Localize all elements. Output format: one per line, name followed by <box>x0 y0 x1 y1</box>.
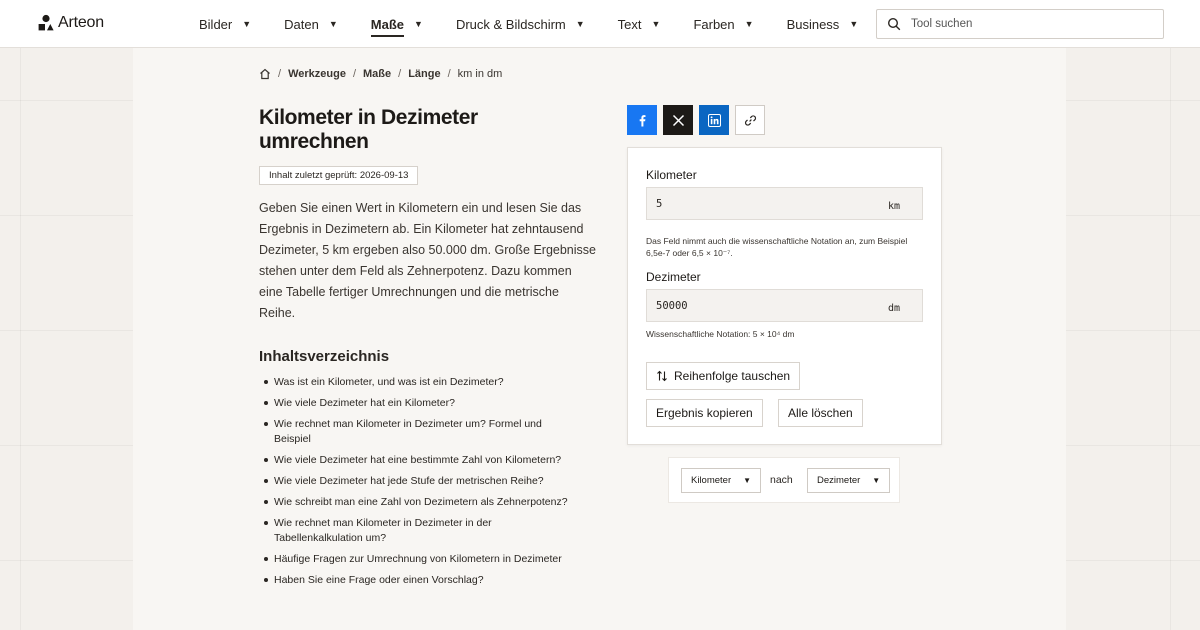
toc-item: Häufige Fragen zur Umrechnung von Kilome… <box>264 552 574 567</box>
breadcrumb-separator: / <box>352 68 356 80</box>
nav-item-business[interactable]: Business ▼ <box>787 0 859 48</box>
toc-item: Wie viele Dezimeter hat eine bestimmte Z… <box>264 453 574 468</box>
nav-item-farben[interactable]: Farben ▼ <box>693 0 753 48</box>
from-unit: km <box>887 201 900 212</box>
nav-item-bilder[interactable]: Bilder ▼ <box>199 0 251 48</box>
copy-link-button[interactable] <box>735 105 765 135</box>
nav-label: Druck & Bildschirm <box>455 16 566 32</box>
caret-down-icon: ▼ <box>849 19 859 29</box>
nav-item-daten[interactable]: Daten ▼ <box>284 0 338 48</box>
caret-down-icon: ▼ <box>651 19 661 29</box>
share-facebook-button[interactable] <box>627 105 657 135</box>
converter-card: Kilometer km Das Feld nimmt auch die wis… <box>627 147 942 445</box>
page-title: Kilometer in Dezimeter umrechnen <box>259 106 478 153</box>
breadcrumb-laenge[interactable]: Länge <box>408 68 440 80</box>
from-field-label: Kilometer <box>646 168 697 182</box>
breadcrumb-current: km in dm <box>457 68 503 80</box>
from-unit-select[interactable]: Kilometer ▼ <box>681 468 762 493</box>
swap-arrows-icon <box>657 370 667 382</box>
trefoil-logo-icon <box>38 14 54 31</box>
nav-label: Farben <box>693 16 735 32</box>
home-icon[interactable] <box>259 68 271 80</box>
caret-down-icon: ▼ <box>242 19 252 29</box>
to-unit: dm <box>887 303 900 314</box>
clear-all-button[interactable]: Alle löschen <box>778 399 863 427</box>
to-field-label: Dezimeter <box>646 270 701 284</box>
toc-item: Was ist ein Kilometer, und was ist ein D… <box>264 375 574 390</box>
breadcrumb: / Werkzeuge / Maße / Länge / km in dm <box>259 68 502 80</box>
link-icon <box>744 114 756 126</box>
nav-item-text[interactable]: Text ▼ <box>618 0 661 48</box>
breadcrumb-masse[interactable]: Maße <box>363 68 391 80</box>
breadcrumb-separator: / <box>278 68 282 80</box>
toc-item: Haben Sie eine Frage oder einen Vorschla… <box>264 573 574 588</box>
search-icon <box>887 17 901 31</box>
share-linkedin-button[interactable] <box>699 105 729 135</box>
unit-connector: nach <box>770 474 793 486</box>
clear-all-label: Alle löschen <box>788 406 853 420</box>
facebook-icon <box>639 114 645 126</box>
main-nav: Bilder ▼ Daten ▼ Maße ▼ Druck & Bildschi… <box>199 0 891 48</box>
kilometer-input[interactable] <box>656 198 856 210</box>
to-unit-select-value: Dezimeter <box>817 475 861 486</box>
nav-label: Maße <box>370 17 405 37</box>
toc-link[interactable]: Häufige Fragen zur Umrechnung von Kilome… <box>274 553 562 565</box>
to-field-hint: Wissenschaftliche Notation: 5 × 10⁴ dm <box>646 329 795 339</box>
toc-link[interactable]: Wie rechnet man Kilometer in Dezimeter u… <box>274 418 542 445</box>
toc-item: Wie schreibt man eine Zahl von Dezimeter… <box>264 495 574 510</box>
toc-item: Wie viele Dezimeter hat ein Kilometer? <box>264 396 574 411</box>
to-unit-select[interactable]: Dezimeter ▼ <box>807 468 891 493</box>
nav-label: Daten <box>284 16 319 32</box>
search-input[interactable] <box>911 18 1151 30</box>
toc-link[interactable]: Wie schreibt man eine Zahl von Dezimeter… <box>274 496 568 508</box>
share-buttons <box>627 105 765 135</box>
nav-label: Text <box>617 16 642 32</box>
unit-selector-bar: Kilometer ▼ nach Dezimeter ▼ <box>668 457 900 503</box>
table-of-contents: Was ist ein Kilometer, und was ist ein D… <box>264 375 574 594</box>
swap-order-button[interactable]: Reihenfolge tauschen <box>646 362 801 390</box>
nav-item-druck-bildschirm[interactable]: Druck & Bildschirm ▼ <box>456 0 585 48</box>
toc-link[interactable]: Wie viele Dezimeter hat jede Stufe der m… <box>274 475 544 487</box>
from-field-hint: Das Feld nimmt auch die wissenschaftlich… <box>646 236 908 258</box>
breadcrumb-werkzeuge[interactable]: Werkzeuge <box>288 68 346 80</box>
from-unit-select-value: Kilometer <box>691 475 732 486</box>
breadcrumb-separator: / <box>398 68 402 80</box>
toc-link[interactable]: Wie viele Dezimeter hat ein Kilometer? <box>274 397 455 409</box>
caret-down-icon: ▼ <box>872 476 881 485</box>
swap-order-label: Reihenfolge tauschen <box>674 369 791 383</box>
toc-item: Wie viele Dezimeter hat jede Stufe der m… <box>264 474 574 489</box>
from-field[interactable]: km <box>646 187 923 220</box>
toc-link[interactable]: Haben Sie eine Frage oder einen Vorschla… <box>274 574 484 586</box>
last-checked-badge: Inhalt zuletzt geprüft: 2026-09-13 <box>259 166 419 185</box>
x-icon <box>672 114 684 126</box>
caret-down-icon: ▼ <box>575 19 585 29</box>
intro-text: Geben Sie einen Wert in Kilometern ein u… <box>259 201 596 320</box>
toc-link[interactable]: Was ist ein Kilometer, und was ist ein D… <box>274 376 504 388</box>
caret-down-icon: ▼ <box>414 19 423 29</box>
dezimeter-input[interactable] <box>656 300 856 312</box>
brand-logo[interactable]: Arteon <box>38 14 104 32</box>
toc-link[interactable]: Wie viele Dezimeter hat eine bestimmte Z… <box>274 454 561 466</box>
search-box[interactable] <box>876 9 1164 39</box>
toc-item: Wie rechnet man Kilometer in Dezimeter i… <box>264 516 574 546</box>
share-x-button[interactable] <box>663 105 693 135</box>
linkedin-icon <box>707 113 721 127</box>
nav-label: Bilder <box>199 16 233 32</box>
copy-result-button[interactable]: Ergebnis kopieren <box>646 399 763 427</box>
to-field[interactable]: dm <box>646 289 923 322</box>
brand-name: Arteon <box>58 14 104 31</box>
toc-item: Wie rechnet man Kilometer in Dezimeter u… <box>264 417 574 447</box>
caret-down-icon: ▼ <box>744 19 754 29</box>
top-header: Arteon Bilder ▼ Daten ▼ Maße ▼ Druck & B… <box>0 0 1200 48</box>
nav-label: Business <box>786 16 840 32</box>
caret-down-icon: ▼ <box>743 476 752 485</box>
toc-link[interactable]: Wie rechnet man Kilometer in Dezimeter i… <box>274 517 492 544</box>
nav-item-masse[interactable]: Maße ▼ <box>370 0 423 48</box>
copy-result-label: Ergebnis kopieren <box>656 406 753 420</box>
caret-down-icon: ▼ <box>328 19 338 29</box>
breadcrumb-separator: / <box>447 68 451 80</box>
toc-title: Inhaltsverzeichnis <box>259 348 390 365</box>
